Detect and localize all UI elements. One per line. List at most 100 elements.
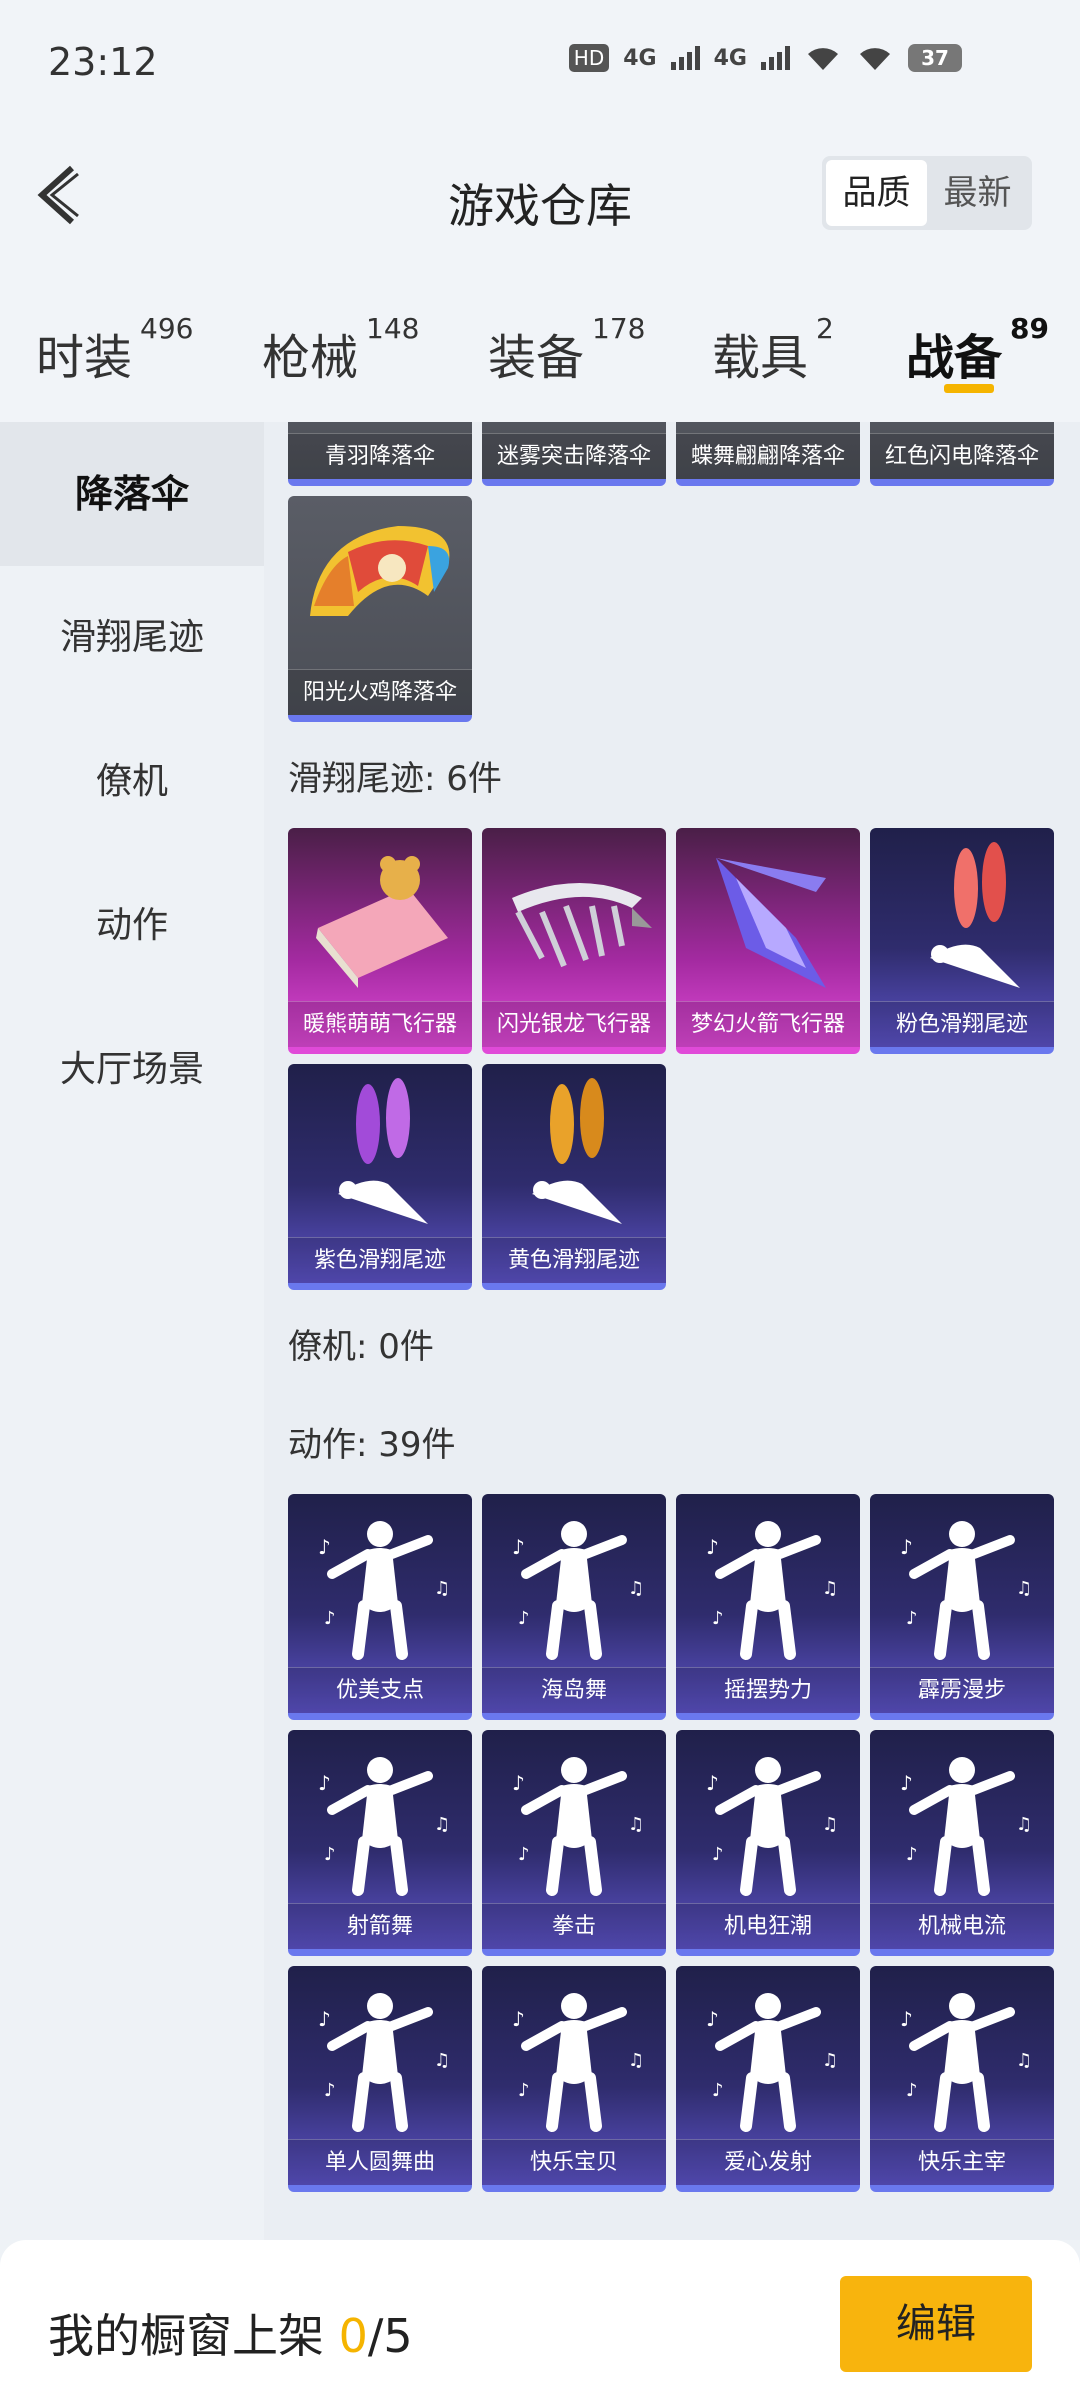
svg-text:♪: ♪ [518, 2080, 530, 2101]
item-card[interactable]: ♪ ♫ ♪ 优美支点 [288, 1494, 472, 1720]
clock: 23:12 [48, 40, 158, 84]
item-list[interactable]: 青羽降落伞 迷雾突击降落伞 蝶舞翩翩降落伞 红色闪电降落伞 阳光火鸡降落伞 滑翔… [264, 422, 1080, 2240]
item-label: 优美支点 [288, 1667, 472, 1713]
pink-trail-icon [930, 842, 1020, 988]
item-card[interactable]: 梦幻火箭飞行器 [676, 828, 860, 1054]
dancer-icon: ♪ ♫ ♪ [512, 1993, 644, 2132]
item-card[interactable]: ♪ ♫ ♪ 拳击 [482, 1730, 666, 1956]
svg-text:♫: ♫ [628, 1578, 644, 1599]
top-header: 游戏仓库 品质 最新 [0, 130, 1080, 260]
svg-text:♫: ♫ [628, 1814, 644, 1835]
signal-icon [670, 46, 700, 70]
tab-count: 496 [140, 312, 194, 345]
item-label: 黄色滑翔尾迹 [482, 1237, 666, 1283]
showcase-label: 我的橱窗上架 [48, 2309, 324, 2363]
item-label: 蝶舞翩翩降落伞 [676, 433, 860, 479]
svg-text:♫: ♫ [822, 1814, 838, 1835]
svg-text:♪: ♪ [512, 1771, 525, 1795]
tab-gear[interactable]: 战备89 [906, 260, 1066, 422]
item-card[interactable]: ♪ ♫ ♪ 爱心发射 [676, 1966, 860, 2192]
item-card[interactable]: 紫色滑翔尾迹 [288, 1064, 472, 1290]
item-card[interactable]: ♪ ♫ ♪ 机械电流 [870, 1730, 1054, 1956]
item-card[interactable]: 蝶舞翩翩降落伞 [676, 422, 860, 486]
svg-text:♪: ♪ [324, 2080, 336, 2101]
svg-text:♫: ♫ [1016, 2050, 1032, 2071]
item-label: 单人圆舞曲 [288, 2139, 472, 2185]
svg-text:♪: ♪ [900, 2007, 913, 2031]
sort-quality-button[interactable]: 品质 [826, 160, 927, 226]
svg-text:♪: ♪ [712, 2080, 724, 2101]
item-card[interactable]: ♪ ♫ ♪ 机电狂潮 [676, 1730, 860, 1956]
item-card[interactable]: 迷雾突击降落伞 [482, 422, 666, 486]
tab-fashion[interactable]: 时装496 [36, 260, 262, 422]
svg-text:♪: ♪ [900, 1535, 913, 1559]
dancer-icon: ♪ ♫ ♪ [900, 1521, 1032, 1660]
item-card[interactable]: 青羽降落伞 [288, 422, 472, 486]
dancer-icon: ♪ ♫ ♪ [318, 1993, 450, 2132]
tab-label: 载具 [712, 330, 809, 386]
silver-dragon-icon [512, 883, 652, 968]
status-bar: 23:12 HD 4G 4G 37 [0, 0, 1080, 130]
section-title-wingman: 僚机: 0件 [288, 1327, 434, 1367]
item-card[interactable]: 黄色滑翔尾迹 [482, 1064, 666, 1290]
svg-text:♪: ♪ [712, 1844, 724, 1865]
item-label: 梦幻火箭飞行器 [676, 1001, 860, 1047]
tab-count: 148 [366, 312, 420, 345]
svg-text:♪: ♪ [518, 1608, 530, 1629]
item-card[interactable]: ♪ ♫ ♪ 射箭舞 [288, 1730, 472, 1956]
teddy-glider-icon [316, 856, 448, 988]
tab-equipment[interactable]: 装备178 [488, 260, 712, 422]
edit-button[interactable]: 编辑 [840, 2276, 1032, 2372]
item-card[interactable]: 暖熊萌萌飞行器 [288, 828, 472, 1054]
item-label: 机电狂潮 [676, 1903, 860, 1949]
item-card[interactable]: ♪ ♫ ♪ 快乐主宰 [870, 1966, 1054, 2192]
item-card[interactable]: ♪ ♫ ♪ 摇摆势力 [676, 1494, 860, 1720]
dancer-icon: ♪ ♫ ♪ [706, 1521, 838, 1660]
svg-text:♪: ♪ [324, 1844, 336, 1865]
sidebar-item-emote[interactable]: 动作 [0, 854, 264, 998]
svg-text:♪: ♪ [512, 2007, 525, 2031]
item-label: 快乐主宰 [870, 2139, 1054, 2185]
item-card[interactable]: 粉色滑翔尾迹 [870, 828, 1054, 1054]
tab-active-indicator [944, 384, 994, 393]
sidebar-item-wingman[interactable]: 僚机 [0, 710, 264, 854]
dancer-icon: ♪ ♫ ♪ [512, 1757, 644, 1896]
tab-count: 2 [816, 312, 834, 345]
item-label: 摇摆势力 [676, 1667, 860, 1713]
sidebar-item-trail[interactable]: 滑翔尾迹 [0, 566, 264, 710]
svg-text:♪: ♪ [906, 1844, 918, 1865]
item-label: 海岛舞 [482, 1667, 666, 1713]
svg-text:♫: ♫ [1016, 1814, 1032, 1835]
item-card[interactable]: ♪ ♫ ♪ 海岛舞 [482, 1494, 666, 1720]
item-card[interactable]: 红色闪电降落伞 [870, 422, 1054, 486]
parachute-icon [310, 526, 450, 616]
svg-text:♪: ♪ [706, 1771, 719, 1795]
item-label: 闪光银龙飞行器 [482, 1001, 666, 1047]
item-card[interactable]: 阳光火鸡降落伞 [288, 496, 472, 722]
item-label: 暖熊萌萌飞行器 [288, 1001, 472, 1047]
status-icons: HD 4G 4G 37 [568, 44, 962, 72]
showcase-status: 我的橱窗上架 0/5 [48, 2300, 413, 2366]
sidebar-item-lobby[interactable]: 大厅场景 [0, 998, 264, 1142]
tab-count: 178 [592, 312, 646, 345]
sidebar-item-parachute[interactable]: 降落伞 [0, 422, 264, 566]
dancer-icon: ♪ ♫ ♪ [706, 1757, 838, 1896]
svg-text:♪: ♪ [318, 1535, 331, 1559]
item-label: 红色闪电降落伞 [870, 433, 1054, 479]
item-label: 爱心发射 [676, 2139, 860, 2185]
tab-vehicles[interactable]: 载具2 [712, 260, 906, 422]
svg-text:♫: ♫ [822, 1578, 838, 1599]
sort-newest-button[interactable]: 最新 [927, 160, 1028, 226]
item-card[interactable]: ♪ ♫ ♪ 快乐宝贝 [482, 1966, 666, 2192]
item-card[interactable]: ♪ ♫ ♪ 霹雳漫步 [870, 1494, 1054, 1720]
item-card[interactable]: ♪ ♫ ♪ 单人圆舞曲 [288, 1966, 472, 2192]
hd-icon: HD [568, 44, 610, 72]
svg-text:♪: ♪ [706, 2007, 719, 2031]
item-card[interactable]: 闪光银龙飞行器 [482, 828, 666, 1054]
svg-text:♪: ♪ [712, 1608, 724, 1629]
svg-text:♪: ♪ [906, 2080, 918, 2101]
svg-text:♫: ♫ [822, 2050, 838, 2071]
wifi-icon [808, 48, 838, 70]
tab-weapons[interactable]: 枪械148 [262, 260, 488, 422]
svg-text:♪: ♪ [512, 1535, 525, 1559]
